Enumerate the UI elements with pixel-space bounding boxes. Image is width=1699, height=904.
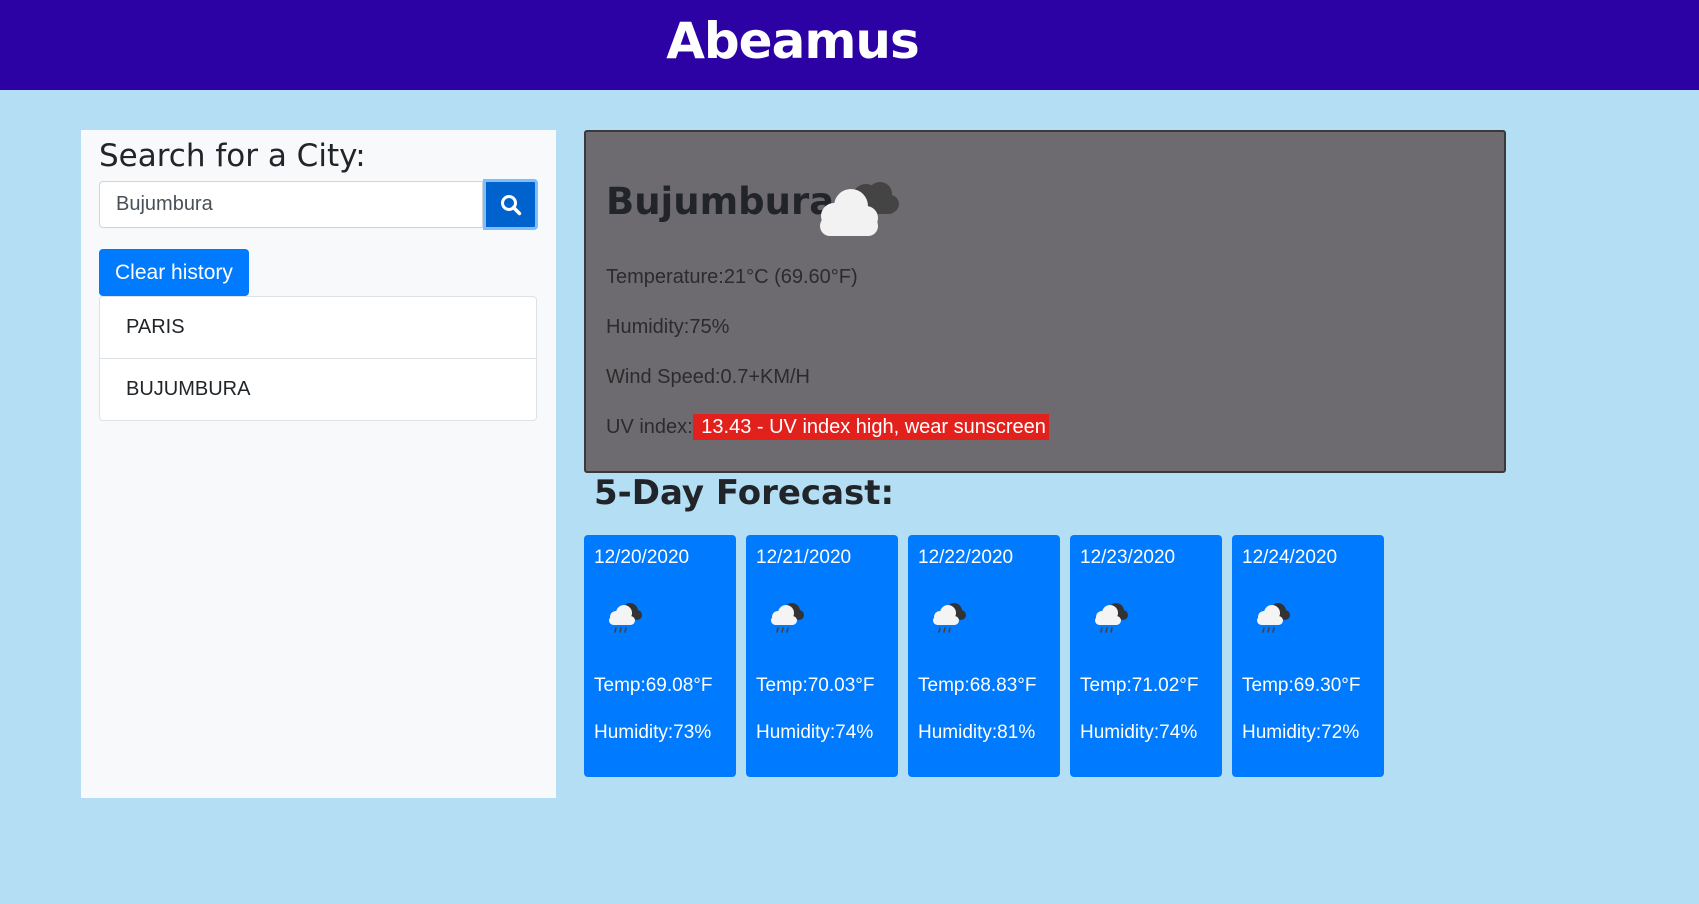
forecast-card: 12/21/2020 Temp:70.03°F Humidity:74% xyxy=(746,535,898,777)
city-name: Bujumbura xyxy=(606,180,835,223)
current-uv: UV index: 13.43 - UV index high, wear su… xyxy=(606,414,1049,440)
header-bar: Abeamus xyxy=(0,0,1699,90)
forecast-humidity: Humidity:81% xyxy=(918,722,1036,743)
search-heading: Search for a City: xyxy=(99,138,366,174)
history-item-paris[interactable]: PARIS xyxy=(100,297,536,359)
rain-icon xyxy=(771,603,804,633)
current-humidity: Humidity:75% xyxy=(606,316,730,338)
forecast-card: 12/22/2020 Temp:68.83°F Humidity:81% xyxy=(908,535,1060,777)
rain-icon xyxy=(609,603,642,633)
forecast-card: 12/20/2020 Temp:69.08°F Humidity:73% xyxy=(584,535,736,777)
forecast-date: 12/20/2020 xyxy=(594,547,690,568)
current-weather-panel: Bujumbura Temperature:21°C (69.60°F) Hum… xyxy=(584,130,1506,473)
search-history-list: PARIS BUJUMBURA xyxy=(99,296,537,421)
rain-icon xyxy=(1257,603,1290,633)
uv-label: UV index: xyxy=(606,416,693,438)
current-temperature: Temperature:21°C (69.60°F) xyxy=(606,266,858,288)
forecast-date: 12/21/2020 xyxy=(756,547,852,568)
forecast-humidity: Humidity:74% xyxy=(756,722,874,743)
forecast-humidity: Humidity:74% xyxy=(1080,722,1198,743)
cloudy-icon xyxy=(820,182,899,236)
clear-history-button[interactable]: Clear history xyxy=(99,249,249,296)
forecast-temp: Temp:69.08°F xyxy=(594,675,713,696)
forecast-card: 12/24/2020 Temp:69.30°F Humidity:72% xyxy=(1232,535,1384,777)
forecast-temp: Temp:69.30°F xyxy=(1242,675,1361,696)
forecast-humidity: Humidity:72% xyxy=(1242,722,1360,743)
history-item-bujumbura[interactable]: BUJUMBURA xyxy=(100,359,536,420)
forecast-temp: Temp:70.03°F xyxy=(756,675,875,696)
forecast-date: 12/23/2020 xyxy=(1080,547,1176,568)
forecast-humidity: Humidity:73% xyxy=(594,722,712,743)
search-button[interactable] xyxy=(483,179,538,230)
forecast-date: 12/24/2020 xyxy=(1242,547,1338,568)
forecast-temp: Temp:68.83°F xyxy=(918,675,1037,696)
search-icon xyxy=(500,194,521,215)
forecast-title: 5-Day Forecast: xyxy=(594,473,895,513)
forecast-temp: Temp:71.02°F xyxy=(1080,675,1199,696)
forecast-date: 12/22/2020 xyxy=(918,547,1014,568)
uv-index-badge: 13.43 - UV index high, wear sunscreen xyxy=(692,414,1049,440)
search-panel: Search for a City: Clear history PARIS B… xyxy=(81,130,556,798)
city-search-input[interactable] xyxy=(99,181,483,228)
app-title: Abeamus xyxy=(666,12,920,70)
forecast-card: 12/23/2020 Temp:71.02°F Humidity:74% xyxy=(1070,535,1222,777)
rain-icon xyxy=(933,603,966,633)
current-wind-speed: Wind Speed:0.7+KM/H xyxy=(606,366,810,388)
rain-icon xyxy=(1095,603,1128,633)
